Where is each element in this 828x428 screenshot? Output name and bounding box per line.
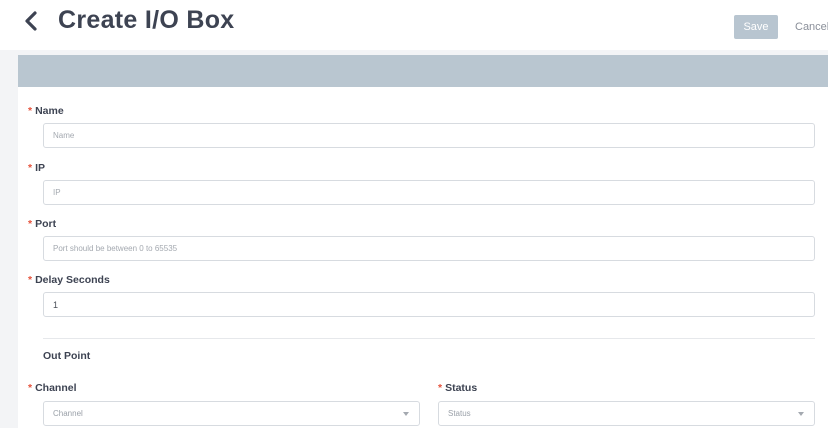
create-io-box-page: Create I/O Box Save Cancel *Name *IP *Po… bbox=[0, 0, 828, 428]
channel-select-value: Channel bbox=[53, 409, 83, 418]
port-label-text: Port bbox=[35, 218, 57, 230]
section-divider bbox=[43, 338, 815, 339]
page-title: Create I/O Box bbox=[58, 6, 235, 34]
ip-label: * IP bbox=[28, 161, 45, 175]
back-button[interactable] bbox=[16, 6, 46, 36]
port-input[interactable] bbox=[43, 236, 815, 261]
name-input[interactable] bbox=[43, 123, 815, 148]
delay-seconds-label: * Delay Seconds bbox=[28, 273, 110, 287]
ip-input[interactable] bbox=[43, 180, 815, 205]
required-marker: * bbox=[438, 382, 443, 394]
caret-down-icon bbox=[403, 412, 409, 416]
save-button[interactable]: Save bbox=[734, 15, 778, 39]
channel-label-text: Channel bbox=[35, 382, 77, 394]
form-header-band bbox=[18, 55, 828, 87]
channel-label: * Channel bbox=[28, 381, 77, 395]
required-marker: * bbox=[28, 105, 33, 117]
status-label: * Status bbox=[438, 381, 477, 395]
required-marker: * bbox=[28, 162, 33, 174]
delay-seconds-label-text: Delay Seconds bbox=[35, 274, 110, 286]
status-select[interactable]: Status bbox=[438, 401, 815, 426]
status-label-text: Status bbox=[445, 382, 478, 394]
delay-seconds-input[interactable] bbox=[43, 292, 815, 317]
page-header: Create I/O Box Save Cancel bbox=[0, 0, 828, 50]
required-marker: * bbox=[28, 274, 33, 286]
ip-label-text: IP bbox=[35, 162, 46, 174]
cancel-button[interactable]: Cancel bbox=[795, 15, 828, 39]
required-marker: * bbox=[28, 382, 33, 394]
name-label: * Name bbox=[28, 104, 64, 118]
chevron-left-icon bbox=[25, 11, 37, 31]
name-label-text: Name bbox=[35, 105, 64, 117]
status-select-value: Status bbox=[448, 409, 471, 418]
caret-down-icon bbox=[798, 412, 804, 416]
form-card: *Name *IP *Port *Delay Seconds Out Point… bbox=[18, 55, 828, 428]
required-marker: * bbox=[28, 218, 33, 230]
out-point-section-title: Out Point bbox=[43, 350, 91, 362]
channel-select[interactable]: Channel bbox=[43, 401, 420, 426]
port-label: * Port bbox=[28, 217, 56, 231]
